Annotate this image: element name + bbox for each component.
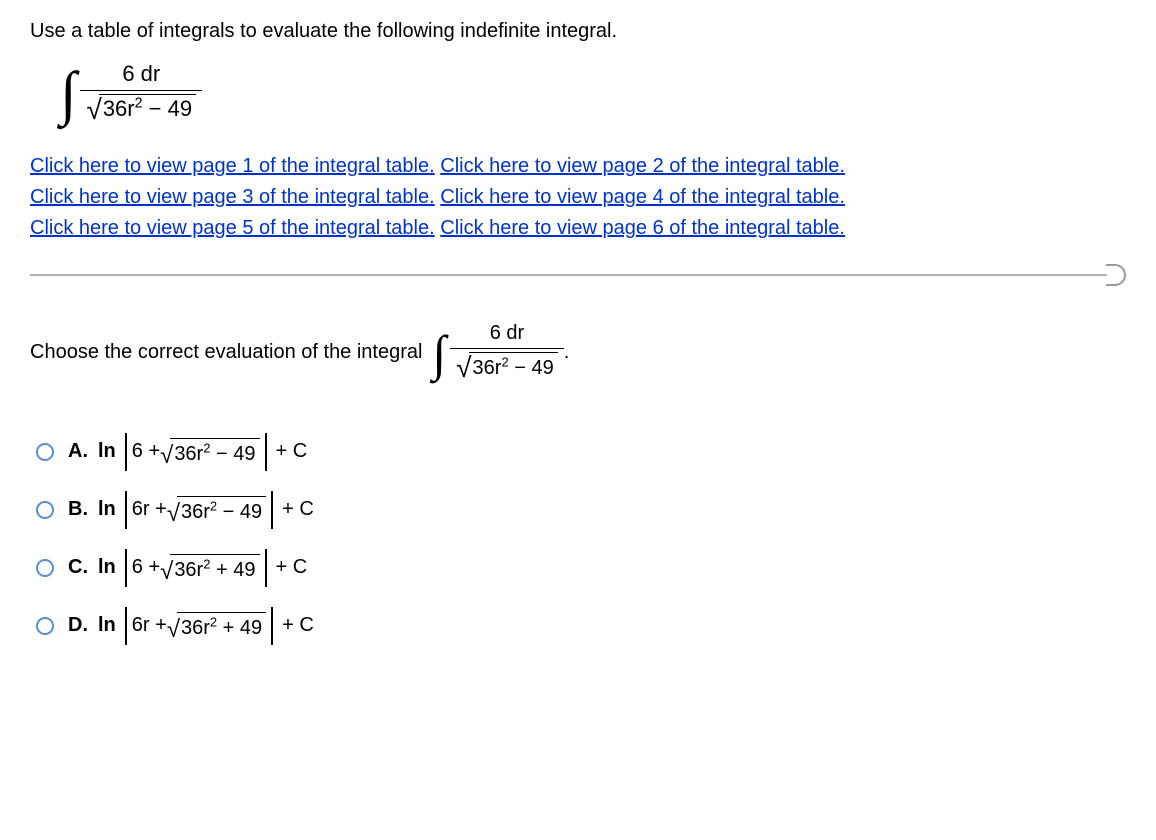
abs-value: 6 + √ 36r2 + 49 xyxy=(122,549,270,587)
radicand: 36r2 + 49 xyxy=(170,554,259,582)
plus-c: + C xyxy=(276,556,308,579)
sqrt-pre: 36r xyxy=(181,617,210,639)
radicand-exp: 2 xyxy=(501,354,508,369)
abs-content: 6r + √ 36r2 + 49 xyxy=(130,612,268,640)
option-letter: B. xyxy=(68,498,88,521)
sqrt: √ 36r2 + 49 xyxy=(160,554,259,582)
denominator: √ 36r2 − 49 xyxy=(450,348,564,383)
fraction: 6 dr √ 36r2 − 49 xyxy=(450,322,564,383)
option-expression: ln 6 + √ 36r2 + 49 + C xyxy=(98,549,307,587)
option-expression: ln 6r + √ 36r2 + 49 + C xyxy=(98,607,314,645)
link-page-3[interactable]: Click here to view page 3 of the integra… xyxy=(30,186,435,208)
option-d[interactable]: D. ln 6r + √ 36r2 + 49 + C xyxy=(36,607,1126,645)
abs-bar-icon xyxy=(125,549,127,587)
radicand-post: − 49 xyxy=(509,357,554,379)
integral-inline: ∫ 6 dr √ 36r2 − 49 xyxy=(432,322,563,383)
radio-c[interactable] xyxy=(36,559,54,577)
radicand: 36r2 − 49 xyxy=(99,94,196,122)
integral-table-links: Click here to view page 1 of the integra… xyxy=(30,151,1126,244)
ln-text: ln xyxy=(98,440,116,463)
abs-value: 6r + √ 36r2 − 49 xyxy=(122,491,276,529)
choose-instruction: Choose the correct evaluation of the int… xyxy=(30,322,1126,383)
abs-content: 6r + √ 36r2 − 49 xyxy=(130,496,268,524)
sqrt-pre: 36r xyxy=(174,443,203,465)
option-b[interactable]: B. ln 6r + √ 36r2 − 49 + C xyxy=(36,491,1126,529)
radicand-pre: 36r xyxy=(103,96,135,121)
radicand: 36r2 − 49 xyxy=(177,496,266,524)
choose-prefix: Choose the correct evaluation of the int… xyxy=(30,341,422,364)
ln-text: ln xyxy=(98,614,116,637)
option-c[interactable]: C. ln 6 + √ 36r2 + 49 + C xyxy=(36,549,1126,587)
sqrt-post: − 49 xyxy=(210,443,255,465)
options-group: A. ln 6 + √ 36r2 − 49 + C xyxy=(36,433,1126,645)
sqrt-pre: 36r xyxy=(181,501,210,523)
option-a[interactable]: A. ln 6 + √ 36r2 − 49 + C xyxy=(36,433,1126,471)
plus-c: + C xyxy=(282,498,314,521)
fraction: 6 dr √ 36r2 − 49 xyxy=(80,61,202,125)
abs-bar-icon xyxy=(271,607,273,645)
numerator: 6 dr xyxy=(484,322,530,348)
radicand: 36r2 − 49 xyxy=(170,438,259,466)
ln-text: ln xyxy=(98,556,116,579)
abs-bar-icon xyxy=(265,433,267,471)
link-page-2[interactable]: Click here to view page 2 of the integra… xyxy=(440,155,845,177)
abs-bar-icon xyxy=(265,549,267,587)
integral-sign-icon: ∫ xyxy=(60,63,76,123)
ln-text: ln xyxy=(98,498,116,521)
sqrt-post: + 49 xyxy=(210,559,255,581)
link-page-5[interactable]: Click here to view page 5 of the integra… xyxy=(30,217,435,239)
radio-d[interactable] xyxy=(36,617,54,635)
option-expression: ln 6 + √ 36r2 − 49 + C xyxy=(98,433,307,471)
sqrt-post: + 49 xyxy=(217,617,262,639)
abs-bar-icon xyxy=(125,491,127,529)
inner-pre: 6r + xyxy=(132,614,167,637)
abs-value: 6 + √ 36r2 − 49 xyxy=(122,433,270,471)
instruction-text: Use a table of integrals to evaluate the… xyxy=(30,20,1126,43)
section-divider xyxy=(30,264,1126,286)
radicand-exp: 2 xyxy=(135,96,143,112)
radio-a[interactable] xyxy=(36,443,54,461)
integral-display: ∫ 6 dr √ 36r2 − 49 xyxy=(60,61,1126,125)
choose-suffix: . xyxy=(564,341,570,364)
link-page-4[interactable]: Click here to view page 4 of the integra… xyxy=(440,186,845,208)
radicand-post: − 49 xyxy=(143,96,193,121)
option-letter: D. xyxy=(68,614,88,637)
option-letter: A. xyxy=(68,440,88,463)
radicand: 36r2 − 49 xyxy=(469,352,558,380)
denominator: √ 36r2 − 49 xyxy=(80,90,202,125)
inner-pre: 6r + xyxy=(132,498,167,521)
abs-value: 6r + √ 36r2 + 49 xyxy=(122,607,276,645)
abs-bar-icon xyxy=(271,491,273,529)
link-page-1[interactable]: Click here to view page 1 of the integra… xyxy=(30,155,435,177)
abs-bar-icon xyxy=(125,607,127,645)
radicand: 36r2 + 49 xyxy=(177,612,266,640)
sqrt: √ 36r2 − 49 xyxy=(167,496,266,524)
abs-content: 6 + √ 36r2 − 49 xyxy=(130,438,262,466)
sqrt: √ 36r2 − 49 xyxy=(456,352,558,380)
divider-line xyxy=(30,274,1107,276)
radio-b[interactable] xyxy=(36,501,54,519)
sqrt: √ 36r2 − 49 xyxy=(86,94,196,122)
integral-sign-icon: ∫ xyxy=(432,328,446,378)
abs-bar-icon xyxy=(125,433,127,471)
sqrt: √ 36r2 + 49 xyxy=(167,612,266,640)
plus-c: + C xyxy=(276,440,308,463)
abs-content: 6 + √ 36r2 + 49 xyxy=(130,554,262,582)
plus-c: + C xyxy=(282,614,314,637)
inner-pre: 6 + xyxy=(132,556,160,579)
sqrt-pre: 36r xyxy=(174,559,203,581)
sqrt: √ 36r2 − 49 xyxy=(160,438,259,466)
divider-handle-icon[interactable] xyxy=(1106,264,1126,286)
sqrt-post: − 49 xyxy=(217,501,262,523)
inner-pre: 6 + xyxy=(132,440,160,463)
option-expression: ln 6r + √ 36r2 − 49 + C xyxy=(98,491,314,529)
numerator: 6 dr xyxy=(116,61,166,90)
link-page-6[interactable]: Click here to view page 6 of the integra… xyxy=(440,217,845,239)
option-letter: C. xyxy=(68,556,88,579)
radicand-pre: 36r xyxy=(473,357,502,379)
